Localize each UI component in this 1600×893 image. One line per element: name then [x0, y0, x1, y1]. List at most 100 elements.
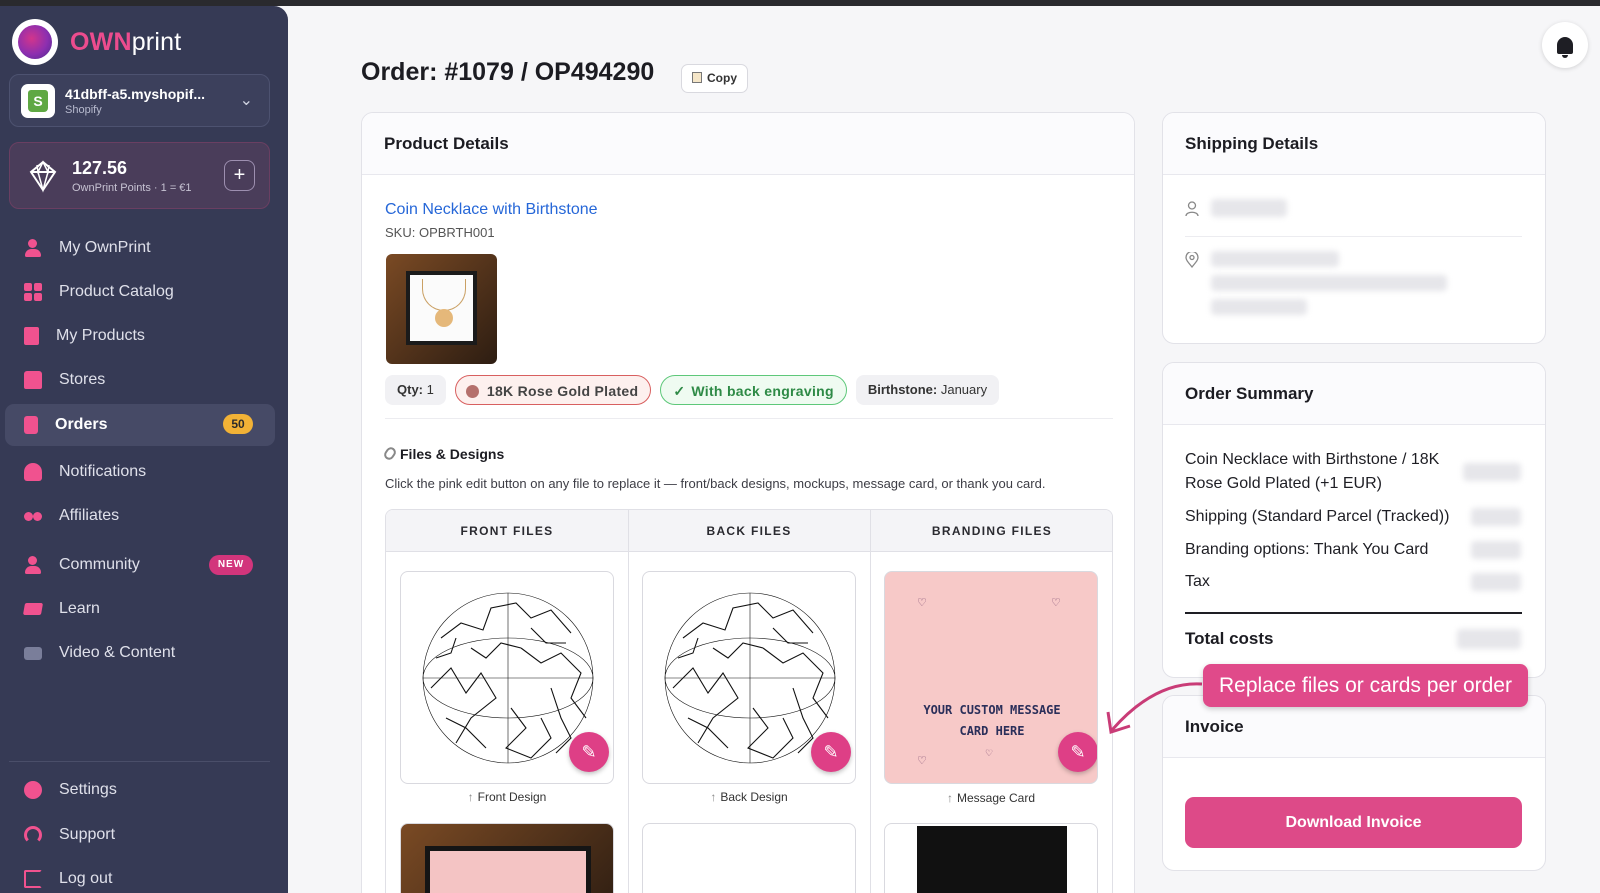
- card-heading: Order Summary: [1163, 363, 1545, 425]
- sidebar-item-label: My Products: [56, 327, 145, 344]
- product-thumbnail[interactable]: [386, 254, 497, 364]
- material-chip: 18K Rose Gold Plated: [454, 375, 652, 405]
- product-link[interactable]: Coin Necklace with Birthstone: [385, 201, 598, 219]
- sidebar-item-video-content[interactable]: Video & Content: [5, 633, 275, 673]
- thank-you-card-tile[interactable]: [884, 823, 1098, 893]
- empty-file-tile[interactable]: [642, 823, 856, 893]
- user-icon: [24, 239, 42, 257]
- notifications-button[interactable]: [1542, 22, 1588, 68]
- birthstone-chip: Birthstone: January: [855, 375, 1000, 405]
- logo-mark-icon: [12, 19, 58, 65]
- invoice-card: Invoice Download Invoice: [1162, 695, 1546, 871]
- sidebar-item-product-catalog[interactable]: Product Catalog: [5, 272, 275, 312]
- page-title: Order: #1079 / OP494290: [361, 58, 655, 86]
- copy-order-button[interactable]: Copy: [681, 64, 748, 93]
- redacted-price: [1463, 463, 1521, 481]
- redacted-name: [1211, 199, 1287, 217]
- chevron-down-icon: ⌄: [239, 92, 253, 109]
- edit-message-card-button[interactable]: ✎: [1058, 732, 1097, 772]
- quantity-chip: Qty: 1: [385, 375, 446, 405]
- shopify-icon: S: [21, 83, 55, 118]
- logo-text: OWNprint: [70, 27, 182, 56]
- edit-front-design-button[interactable]: ✎: [569, 732, 609, 772]
- shipping-details-card: Shipping Details: [1162, 112, 1546, 344]
- engraving-chip: ✓ With back engraving: [660, 375, 847, 405]
- mockup-tile[interactable]: [400, 823, 614, 893]
- summary-line-product-cont: Rose Gold Plated (+1 EUR): [1185, 475, 1382, 492]
- sidebar-item-learn[interactable]: Learn: [5, 589, 275, 629]
- grid-icon: [24, 283, 42, 301]
- graduation-cap-icon: [22, 603, 44, 615]
- sidebar-item-settings[interactable]: Settings: [5, 770, 275, 810]
- heart-icon: ♡: [917, 755, 927, 767]
- mockup-image: [425, 846, 591, 893]
- store-selector[interactable]: S 41dbff-a5.myshopif... Shopify ⌄: [9, 74, 270, 127]
- summary-line-shipping: Shipping (Standard Parcel (Tracked)): [1185, 508, 1450, 525]
- sidebar: OWNprint S 41dbff-a5.myshopif... Shopify…: [0, 6, 288, 893]
- download-invoice-button[interactable]: Download Invoice: [1185, 797, 1522, 848]
- bell-icon: [24, 463, 42, 481]
- front-design-tile[interactable]: ✎: [400, 571, 614, 784]
- thank-you-card-image: [917, 826, 1067, 893]
- sidebar-item-stores[interactable]: Stores: [5, 360, 275, 400]
- redacted-price: [1471, 508, 1521, 526]
- sidebar-item-label: Notifications: [59, 463, 147, 480]
- callout-arrow-icon: [1106, 682, 1203, 734]
- product-sku: SKU: OPBRTH001: [385, 225, 495, 240]
- app-logo[interactable]: OWNprint: [12, 19, 181, 65]
- add-points-button[interactable]: +: [224, 160, 255, 191]
- callout-label: Replace files or cards per order: [1203, 664, 1528, 707]
- gear-icon: [24, 781, 42, 799]
- message-card-tile[interactable]: ♡ ♡ ♡ ♡ YOUR CUSTOM MESSAGE CARD HERE ✎: [884, 571, 1098, 784]
- back-design-tile[interactable]: ✎: [642, 571, 856, 784]
- sidebar-item-notifications[interactable]: Notifications: [5, 452, 275, 492]
- redacted-address: [1211, 251, 1339, 267]
- sidebar-item-affiliates[interactable]: Affiliates: [5, 496, 275, 536]
- diamond-icon: [29, 159, 57, 193]
- file-caption: ↑ Front Design: [467, 790, 547, 804]
- location-pin-icon: [1185, 252, 1199, 268]
- summary-line-product: Coin Necklace with Birthstone / 18K: [1185, 451, 1440, 468]
- video-icon: [24, 646, 42, 660]
- sidebar-item-label: Log out: [59, 870, 113, 887]
- orders-count-badge: 50: [223, 414, 253, 434]
- sidebar-item-my-ownprint[interactable]: My OwnPrint: [5, 228, 275, 268]
- sidebar-item-label: Stores: [59, 371, 106, 388]
- column-header-branding: BRANDING FILES: [870, 510, 1112, 552]
- sidebar-item-label: Settings: [59, 781, 117, 798]
- column-header-back: BACK FILES: [628, 510, 870, 552]
- sidebar-item-label: Community: [59, 556, 140, 573]
- person-icon: [1185, 201, 1199, 217]
- sidebar-item-community[interactable]: Community NEW: [5, 545, 275, 585]
- points-panel: 127.56 OwnPrint Points · 1 = €1 +: [9, 142, 270, 209]
- sidebar-divider: [9, 761, 270, 762]
- bell-icon: [1557, 36, 1573, 58]
- sidebar-item-label: Affiliates: [59, 507, 120, 524]
- sidebar-item-my-products[interactable]: My Products: [5, 316, 275, 356]
- sidebar-item-logout[interactable]: Log out: [5, 859, 275, 893]
- card-heading: Product Details: [362, 113, 1134, 175]
- store-name: 41dbff-a5.myshopif...: [65, 85, 206, 102]
- files-description: Click the pink edit button on any file t…: [385, 476, 1046, 491]
- sidebar-item-support[interactable]: Support: [5, 815, 275, 855]
- document-icon: [24, 327, 39, 345]
- redacted-total: [1457, 629, 1521, 649]
- heart-icon: ♡: [1051, 597, 1061, 609]
- summary-line-branding: Branding options: Thank You Card: [1185, 541, 1429, 558]
- sidebar-item-orders[interactable]: Orders 50: [5, 404, 275, 446]
- arrow-up-icon: ↑: [946, 791, 953, 805]
- store-icon: [24, 371, 42, 389]
- new-badge: NEW: [209, 555, 253, 575]
- community-icon: [24, 556, 42, 574]
- total-divider: [1185, 612, 1522, 614]
- column-header-front: FRONT FILES: [386, 510, 628, 552]
- redacted-address: [1211, 275, 1447, 291]
- file-caption: ↑ Back Design: [710, 790, 788, 804]
- store-platform: Shopify: [65, 103, 102, 116]
- redacted-price: [1471, 541, 1521, 559]
- clipboard-icon: [692, 72, 702, 83]
- files-table: FRONT FILES BACK FILES BRANDING FILES ✎ …: [385, 509, 1113, 893]
- edit-back-design-button[interactable]: ✎: [811, 732, 851, 772]
- heart-icon: ♡: [917, 597, 927, 609]
- arrow-up-icon: ↑: [710, 790, 717, 804]
